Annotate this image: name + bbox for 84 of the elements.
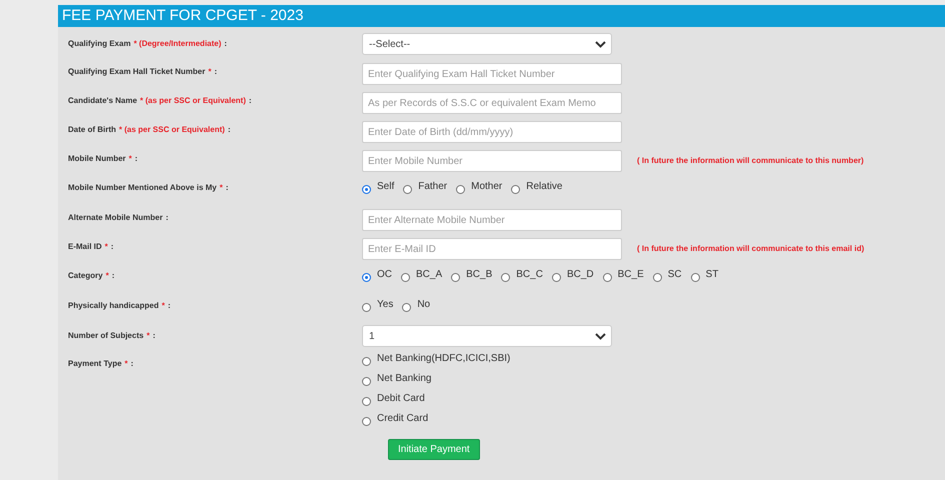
colon: :	[224, 39, 227, 48]
field-label: Date of Birth	[68, 125, 116, 134]
field-label: Mobile Number	[68, 154, 126, 163]
required-mark: * (Degree/Intermediate)	[134, 39, 222, 48]
radio-label[interactable]: ST	[706, 269, 718, 280]
radio-label[interactable]: BC_E	[618, 269, 644, 280]
radio-button[interactable]	[652, 273, 662, 282]
input-field[interactable]: Enter Qualifying Exam Hall Ticket Number	[362, 63, 622, 85]
required-mark: * (as per SSC or Equivalent)	[140, 96, 246, 105]
required-mark: *	[104, 242, 108, 251]
input-field[interactable]: Enter Date of Birth (dd/mm/yyyy)	[362, 121, 622, 143]
required-mark: *	[124, 359, 128, 368]
field-label: Qualifying Exam Hall Ticket Number	[68, 67, 206, 76]
radio-label[interactable]: Relative	[526, 181, 562, 192]
field-label: Physically handicapped	[68, 301, 159, 310]
radio-button[interactable]	[362, 417, 371, 426]
radio-button[interactable]	[402, 303, 412, 312]
radio-label[interactable]: BC_A	[416, 269, 442, 280]
radio-button[interactable]	[552, 273, 561, 282]
radio-label[interactable]: BC_C	[516, 269, 543, 280]
required-mark: *	[128, 154, 132, 163]
radio-label[interactable]: Father	[418, 181, 448, 192]
radio-button[interactable]	[362, 303, 371, 312]
radio-label[interactable]: Net Banking(HDFC,ICICI,SBI)	[377, 353, 510, 364]
radio-label[interactable]: Net Banking	[377, 373, 432, 384]
field-label: Category	[68, 271, 103, 280]
colon: :	[214, 67, 218, 76]
colon: :	[166, 213, 168, 222]
radio-label[interactable]: OC	[377, 269, 392, 280]
field-label: Candidate's Name	[68, 96, 138, 105]
info-note: ( In future the information will communicate to this number)	[637, 156, 864, 165]
radio-button[interactable]	[501, 273, 510, 282]
radio-button[interactable]	[362, 377, 371, 386]
radio-label[interactable]: BC_B	[466, 269, 492, 280]
radio-button[interactable]	[602, 273, 612, 282]
info-note: ( In future the information will communicate to this email id)	[637, 244, 864, 253]
radio-label[interactable]: Credit Card	[377, 413, 428, 424]
chevron-down-icon	[595, 332, 606, 340]
colon: :	[168, 301, 170, 310]
colon: :	[134, 154, 138, 163]
radio-button[interactable]	[362, 273, 371, 282]
dropdown[interactable]: 1	[362, 325, 612, 347]
radio-label[interactable]: Yes	[377, 299, 394, 310]
colon: :	[226, 183, 228, 192]
input-field[interactable]: As per Records of S.S.C or equivalent Exam Memo	[362, 92, 622, 114]
radio-button[interactable]	[451, 273, 460, 282]
field-label: Payment Type	[68, 359, 122, 368]
dropdown[interactable]: --Select--	[362, 33, 612, 55]
radio-button[interactable]	[403, 185, 412, 194]
radio-button[interactable]	[362, 185, 371, 194]
radio-label[interactable]: Self	[377, 181, 394, 192]
input-field[interactable]: Enter Mobile Number	[362, 150, 622, 172]
required-mark: * (as per SSC or Equivalent)	[119, 125, 225, 134]
radio-button[interactable]	[690, 273, 700, 282]
colon: :	[130, 359, 134, 368]
colon: :	[228, 125, 230, 134]
colon: :	[152, 331, 156, 340]
radio-button[interactable]	[362, 357, 371, 366]
colon: :	[248, 96, 252, 105]
field-label: Alternate Mobile Number	[68, 213, 163, 222]
required-mark: *	[146, 331, 150, 340]
colon: :	[112, 271, 114, 280]
radio-button[interactable]	[456, 185, 466, 194]
radio-button[interactable]	[511, 185, 520, 194]
required-mark: *	[220, 183, 223, 192]
required-mark: *	[106, 271, 109, 280]
required-mark: *	[208, 67, 212, 76]
radio-label[interactable]: Debit Card	[377, 393, 425, 404]
field-label: Qualifying Exam	[68, 39, 131, 48]
radio-label[interactable]: BC_D	[566, 269, 594, 280]
chevron-down-icon	[595, 40, 606, 48]
radio-label[interactable]: SC	[668, 269, 682, 280]
input-field[interactable]: Enter E-Mail ID	[362, 238, 622, 260]
radio-button[interactable]	[362, 397, 371, 406]
radio-button[interactable]	[401, 273, 410, 282]
page-heading: FEE PAYMENT FOR CPGET - 2023	[58, 5, 945, 27]
input-field[interactable]: Enter Alternate Mobile Number	[362, 209, 622, 231]
field-label: Mobile Number Mentioned Above is My	[68, 183, 217, 192]
field-label: E-Mail ID	[68, 242, 102, 251]
radio-label[interactable]: No	[417, 299, 430, 310]
radio-label[interactable]: Mother	[471, 181, 502, 192]
required-mark: *	[162, 301, 165, 310]
field-label: Number of Subjects	[68, 331, 144, 340]
colon: :	[110, 242, 114, 251]
